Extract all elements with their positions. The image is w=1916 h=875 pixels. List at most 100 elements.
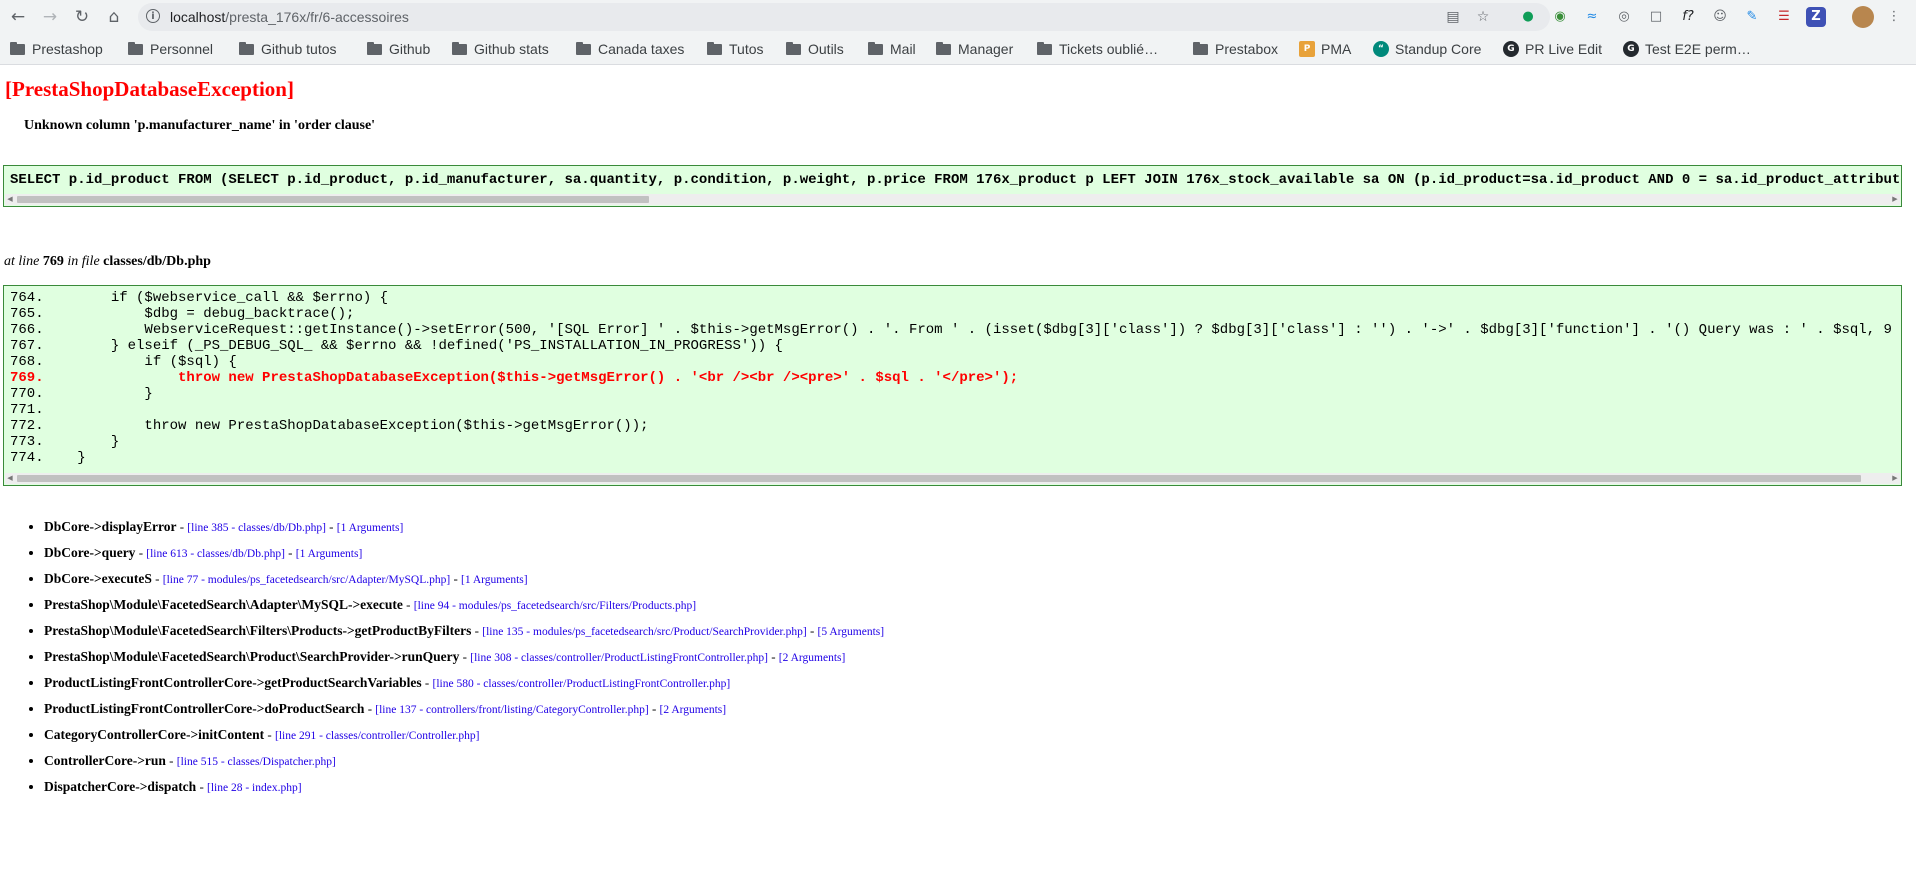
sql-query-box[interactable]: SELECT p.id_product FROM (SELECT p.id_pr… — [3, 165, 1902, 207]
stack-arguments-link[interactable]: [1 Arguments] — [296, 548, 363, 560]
extension-green-icon[interactable]: ● — [1518, 7, 1538, 27]
stack-arguments-link[interactable]: [2 Arguments] — [660, 704, 727, 716]
code-line: 765. $dbg = debug_backtrace(); — [10, 306, 355, 322]
stack-line-link[interactable]: [line 137 - controllers/front/listing/Ca… — [375, 704, 648, 716]
stack-line-link[interactable]: [line 580 - classes/controller/ProductLi… — [433, 678, 731, 690]
stack-arguments-link[interactable]: [1 Arguments] — [337, 522, 404, 534]
stack-function-name: DispatcherCore->dispatch — [44, 779, 197, 794]
bookmark-folder[interactable]: Github tutos — [239, 34, 337, 64]
horizontal-scrollbar[interactable]: ◀ ▶ — [5, 194, 1900, 205]
bookmark-folder[interactable]: Tickets oublié… — [1037, 34, 1158, 64]
pma-icon: P — [1299, 41, 1315, 57]
reload-icon[interactable]: ↻ — [70, 5, 94, 29]
code-line: 773. } — [10, 434, 120, 450]
stack-line-link[interactable]: [line 135 - modules/ps_facetedsearch/src… — [482, 626, 806, 638]
translate-icon[interactable]: ▤ — [1444, 8, 1462, 26]
stack-trace: DbCore->displayError - [line 385 - class… — [0, 514, 884, 800]
stack-function-name: DbCore->query — [44, 545, 136, 560]
bookmark-link[interactable]: G PR Live Edit — [1503, 34, 1602, 64]
code-excerpt-box[interactable]: 764. if ($webservice_call && $errno) { 7… — [3, 285, 1902, 486]
stack-function-name: CategoryControllerCore->initContent — [44, 727, 265, 742]
folder-icon — [10, 41, 25, 55]
stack-function-name: PrestaShop\Module\FacetedSearch\Filters\… — [44, 623, 472, 638]
folder-icon — [576, 41, 591, 55]
bookmark-folder[interactable]: Canada taxes — [576, 34, 684, 64]
stack-line-link[interactable]: [line 613 - classes/db/Db.php] — [146, 548, 285, 560]
stack-function-name: DbCore->displayError — [44, 519, 177, 534]
extension-face-icon[interactable]: ☺ — [1710, 7, 1730, 27]
stack-line-link[interactable]: [line 77 - modules/ps_facetedsearch/src/… — [163, 574, 450, 586]
code-line: 774. } — [10, 450, 86, 466]
scroll-thumb[interactable] — [17, 196, 649, 203]
bookmark-folder[interactable]: Github stats — [452, 34, 549, 64]
stack-line-link[interactable]: [line 291 - classes/controller/Controlle… — [275, 730, 479, 742]
code-line: 770. } — [10, 386, 153, 402]
extension-wave-icon[interactable]: ≈ — [1582, 7, 1602, 27]
forward-icon[interactable]: → — [38, 5, 62, 29]
bookmark-folder[interactable]: Personnel — [128, 34, 213, 64]
bookmark-folder[interactable]: Github — [367, 34, 430, 64]
home-icon[interactable]: ⌂ — [102, 5, 126, 29]
stack-line-link[interactable]: [line 308 - classes/controller/ProductLi… — [470, 652, 768, 664]
stack-arguments-link[interactable]: [2 Arguments] — [779, 652, 846, 664]
bookmark-link[interactable]: “Standup Core — [1373, 34, 1481, 64]
back-icon[interactable]: ← — [6, 5, 30, 29]
bookmark-folder[interactable]: Outils — [786, 34, 844, 64]
folder-icon — [367, 41, 382, 55]
extension-z-icon[interactable]: Z — [1806, 7, 1826, 27]
horizontal-scrollbar[interactable]: ◀ ▶ — [5, 473, 1900, 484]
bookmark-link[interactable]: G Test E2E perm… — [1623, 34, 1751, 64]
stack-trace-item: PrestaShop\Module\FacetedSearch\Filters\… — [44, 618, 884, 644]
bookmark-folder[interactable]: Prestashop — [10, 34, 103, 64]
folder-icon — [936, 41, 951, 55]
stack-line-link[interactable]: [line 385 - classes/db/Db.php] — [187, 522, 326, 534]
bookmark-folder[interactable]: Mail — [868, 34, 916, 64]
scroll-right-arrow-icon[interactable]: ▶ — [1890, 473, 1900, 484]
site-info-icon[interactable]: i — [146, 9, 160, 23]
scroll-left-arrow-icon[interactable]: ◀ — [5, 194, 15, 205]
stack-line-link[interactable]: [line 28 - index.php] — [207, 782, 302, 794]
scroll-left-arrow-icon[interactable]: ◀ — [5, 473, 15, 484]
url-text[interactable]: localhost/presta_176x/fr/6-accessoires — [170, 3, 409, 31]
code-line: 768. if ($sql) { — [10, 354, 237, 370]
code-line: 772. throw new PrestaShopDatabaseExcepti… — [10, 418, 649, 434]
bookmark-star-icon[interactable]: ☆ — [1474, 8, 1492, 26]
extension-page-icon[interactable]: □ — [1646, 7, 1666, 27]
address-bar[interactable]: i localhost/presta_176x/fr/6-accessoires… — [138, 3, 1550, 31]
stack-trace-item: DbCore->query - [line 613 - classes/db/D… — [44, 540, 884, 566]
stack-arguments-link[interactable]: [5 Arguments] — [818, 626, 885, 638]
stack-trace-item: ControllerCore->run - [line 515 - classe… — [44, 748, 884, 774]
extension-chrome-icon[interactable]: ◎ — [1614, 7, 1634, 27]
scroll-right-arrow-icon[interactable]: ▶ — [1890, 194, 1900, 205]
folder-icon — [786, 41, 801, 55]
stack-function-name: PrestaShop\Module\FacetedSearch\Product\… — [44, 649, 460, 664]
stack-line-link[interactable]: [line 94 - modules/ps_facetedsearch/src/… — [414, 600, 696, 612]
stack-arguments-link[interactable]: [1 Arguments] — [461, 574, 528, 586]
code-line: 766. WebserviceRequest::getInstance()->s… — [10, 322, 1892, 338]
code-line: 771. — [10, 402, 44, 418]
scroll-thumb[interactable] — [17, 475, 1861, 482]
code-line-highlighted: 769. throw new PrestaShopDatabaseExcepti… — [10, 370, 1019, 386]
folder-icon — [239, 41, 254, 55]
menu-kebab-icon[interactable]: ⋮ — [1884, 7, 1904, 27]
code-line: 767. } elseif (_PS_DEBUG_SQL_ && $errno … — [10, 338, 783, 354]
stack-function-name: PrestaShop\Module\FacetedSearch\Adapter\… — [44, 597, 403, 612]
bookmark-folder[interactable]: Manager — [936, 34, 1013, 64]
stack-trace-item: PrestaShop\Module\FacetedSearch\Adapter\… — [44, 592, 884, 618]
stack-trace-item: PrestaShop\Module\FacetedSearch\Product\… — [44, 644, 884, 670]
profile-avatar[interactable] — [1852, 6, 1874, 28]
extension-pen-icon[interactable]: ✎ — [1742, 7, 1762, 27]
folder-icon — [452, 41, 467, 55]
bookmark-folder[interactable]: Tutos — [707, 34, 764, 64]
hangouts-icon: “ — [1373, 41, 1389, 57]
extension-stack-icon[interactable]: ☰ — [1774, 7, 1794, 27]
stack-line-link[interactable]: [line 515 - classes/Dispatcher.php] — [177, 756, 336, 768]
stack-function-name: ProductListingFrontControllerCore->getPr… — [44, 675, 422, 690]
extension-fquery-icon[interactable]: f? — [1678, 7, 1698, 27]
extension-globe-icon[interactable]: ◉ — [1550, 7, 1570, 27]
bookmark-link[interactable]: P PMA — [1299, 34, 1351, 64]
bookmark-folder[interactable]: Prestabox — [1193, 34, 1278, 64]
stack-function-name: ProductListingFrontControllerCore->doPro… — [44, 701, 365, 716]
code-line: 764. if ($webservice_call && $errno) { — [10, 290, 389, 306]
browser-toolbar: ← → ↻ ⌂ i localhost/presta_176x/fr/6-acc… — [0, 0, 1916, 34]
